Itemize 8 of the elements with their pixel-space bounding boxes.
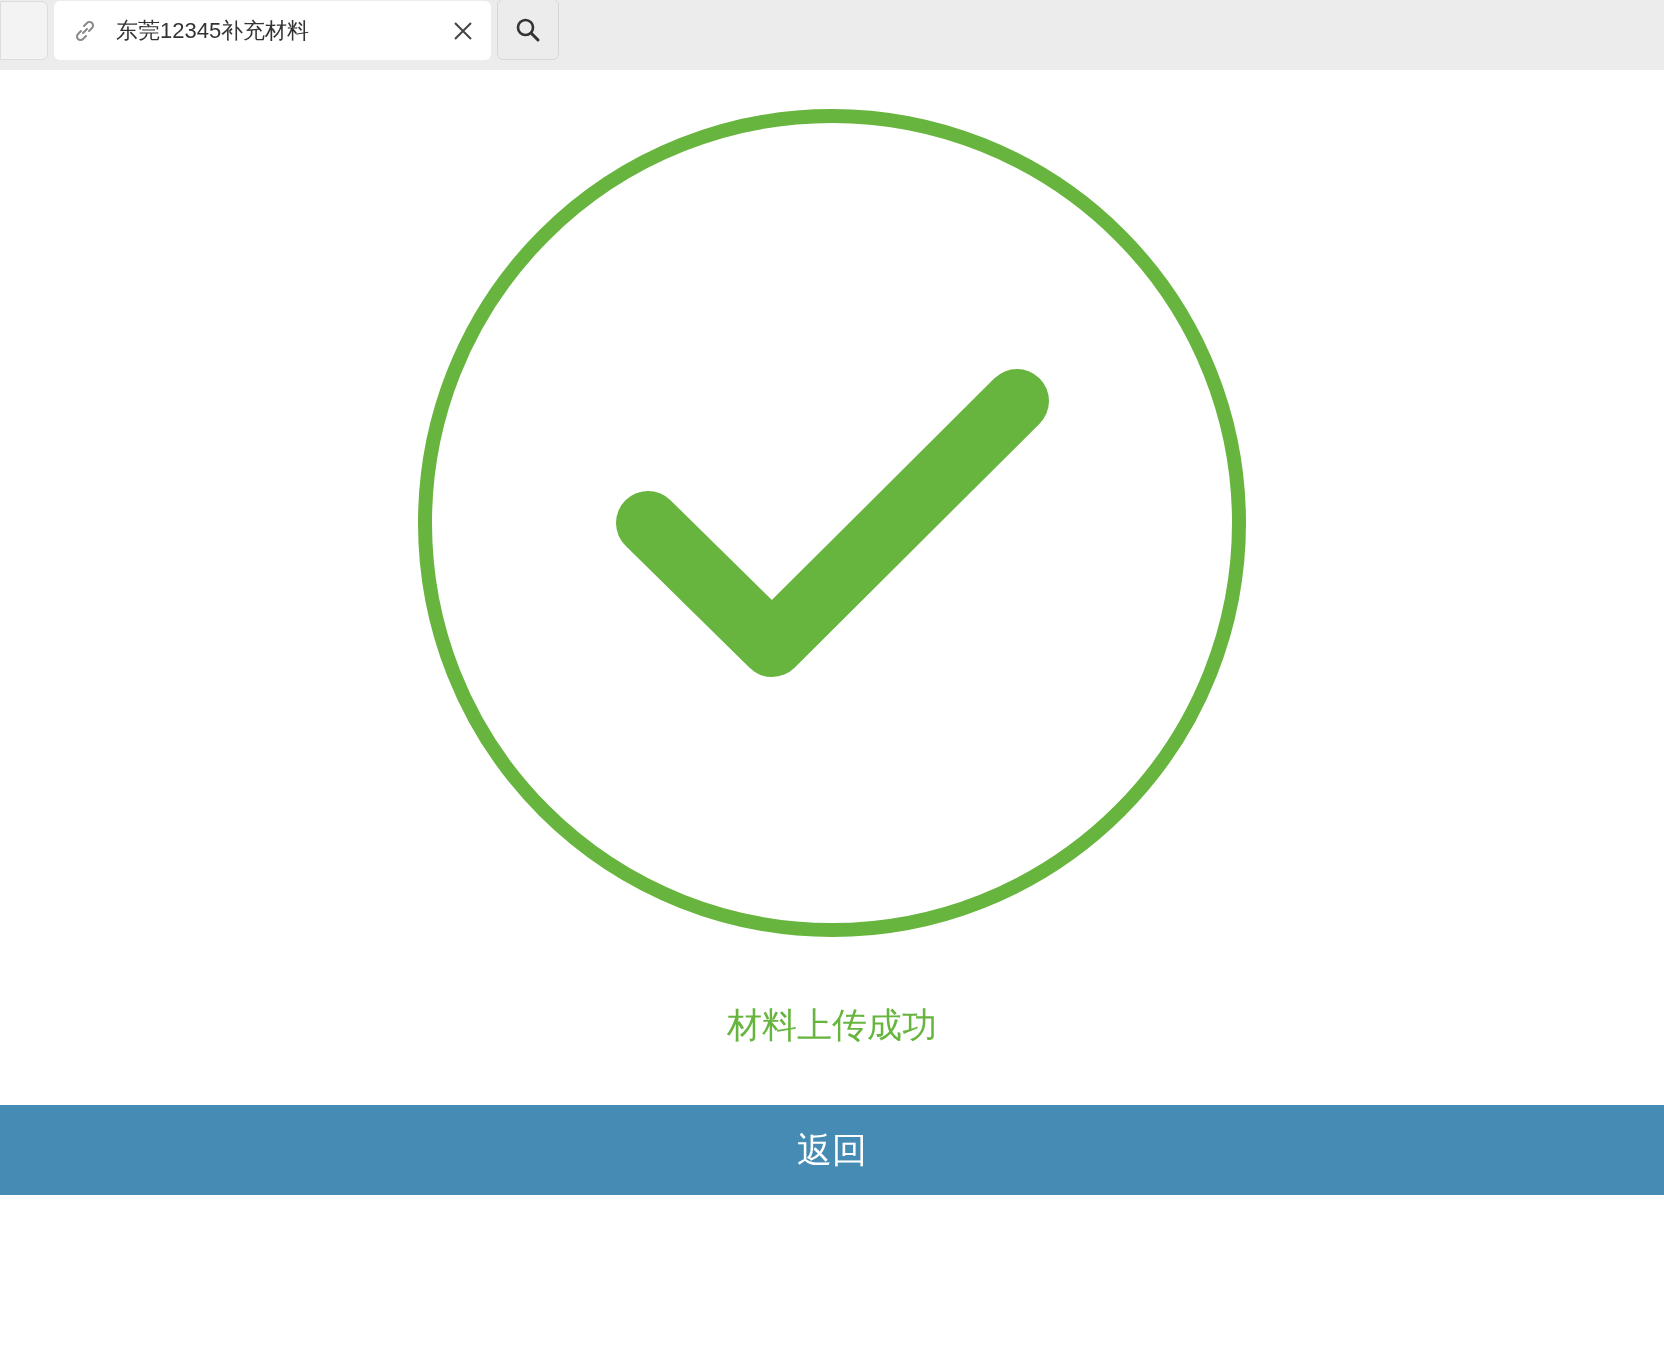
search-icon (515, 16, 541, 43)
tab-title: 东莞12345补充材料 (116, 17, 311, 45)
tab[interactable]: 东莞12345补充材料 (54, 1, 491, 60)
back-button[interactable]: 返回 (0, 1105, 1664, 1195)
success-message: 材料上传成功 (727, 1004, 937, 1046)
close-icon[interactable] (453, 20, 473, 41)
search-button[interactable] (497, 0, 559, 60)
success-check-icon (418, 109, 1246, 937)
